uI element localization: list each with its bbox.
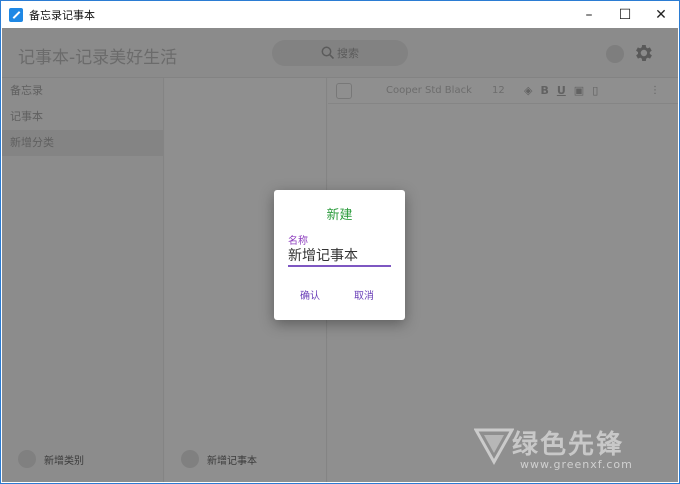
close-button[interactable]: ✕ xyxy=(643,1,679,29)
watermark-url: www.greenxf.com xyxy=(520,458,633,471)
watermark-logo-icon xyxy=(474,428,514,466)
minimize-button[interactable]: – xyxy=(571,1,607,29)
dialog-title: 新建 xyxy=(326,208,353,223)
watermark-text: 绿色先锋 xyxy=(512,430,625,460)
watermark: 绿色先锋 www.greenxf.com xyxy=(470,418,676,478)
maximize-button[interactable]: ☐ xyxy=(607,1,643,29)
name-field[interactable] xyxy=(288,245,391,267)
new-item-dialog: 新建 名称 确认 取消 xyxy=(274,190,405,320)
cancel-button[interactable]: 取消 xyxy=(354,287,374,302)
window-controls: – ☐ ✕ xyxy=(571,1,679,29)
app-icon xyxy=(9,8,23,22)
title-bar: 备忘录记事本 – ☐ ✕ xyxy=(1,1,679,29)
confirm-button[interactable]: 确认 xyxy=(300,287,320,302)
window-title: 备忘录记事本 xyxy=(29,9,95,22)
